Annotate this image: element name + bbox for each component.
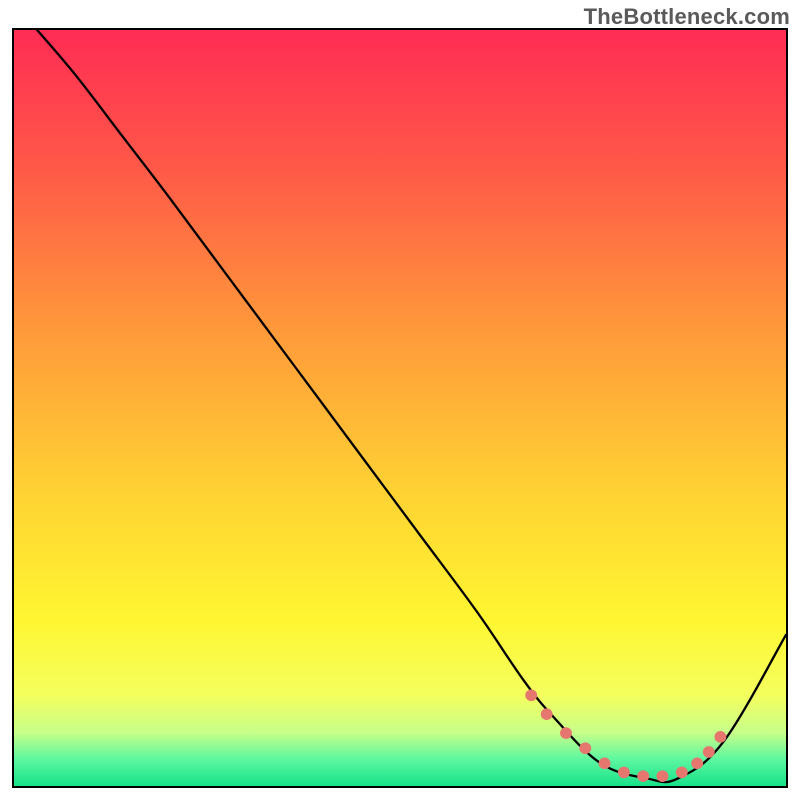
- bottleneck-curve-path: [37, 30, 786, 782]
- highlight-dot: [525, 689, 537, 701]
- chart-wrapper: TheBottleneck.com: [0, 0, 800, 800]
- highlight-dot: [714, 731, 726, 743]
- watermark-text: TheBottleneck.com: [584, 4, 790, 30]
- highlight-dot: [637, 770, 649, 782]
- highlight-dot: [703, 746, 715, 758]
- highlight-dot: [618, 767, 630, 779]
- highlight-dot: [579, 742, 591, 754]
- highlight-dot: [676, 767, 688, 779]
- curve-layer: [14, 30, 786, 786]
- highlight-dot: [599, 757, 611, 769]
- highlight-dot: [541, 708, 553, 720]
- highlight-dot: [560, 727, 572, 739]
- highlight-dot: [657, 770, 669, 782]
- highlight-dots-group: [525, 689, 726, 782]
- plot-area: [12, 28, 788, 788]
- highlight-dot: [691, 757, 703, 769]
